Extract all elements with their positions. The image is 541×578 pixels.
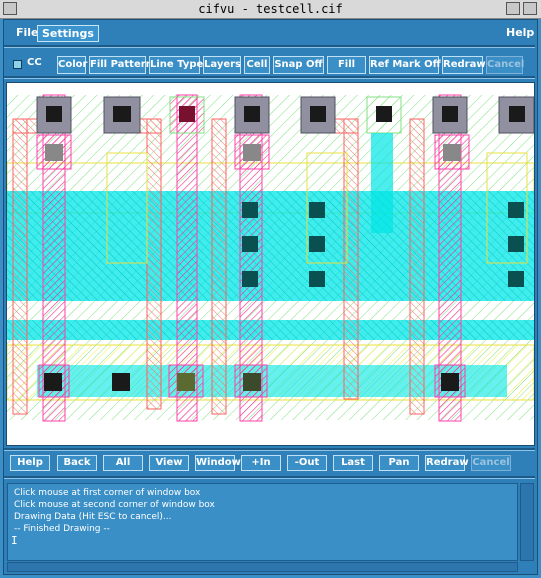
view-button[interactable]: View (149, 455, 189, 471)
separator (4, 76, 535, 79)
window-title: cifvu - testcell.cif (198, 2, 343, 16)
cc-checkbox[interactable] (13, 60, 22, 69)
cell-button[interactable]: Cell (244, 56, 270, 74)
redraw-button[interactable]: Redraw (442, 56, 486, 74)
minimize-button[interactable] (506, 2, 520, 15)
layout-canvas[interactable] (6, 82, 535, 446)
color-button[interactable]: Color (57, 56, 87, 74)
separator (4, 476, 535, 479)
redraw-button[interactable]: Redraw (425, 455, 469, 471)
help-button[interactable]: Help (10, 455, 50, 471)
fill-button[interactable]: Fill (327, 56, 366, 74)
separator (4, 45, 535, 48)
cancel-button[interactable]: Cancel (471, 455, 511, 471)
message-console[interactable]: Click mouse at first corner of window bo… (7, 483, 518, 561)
console-line: Drawing Data (Hit ESC to cancel)... (14, 512, 172, 522)
zoom-out-button[interactable]: -Out (287, 455, 327, 471)
title-bar: cifvu - testcell.cif (0, 0, 541, 19)
menu-bar: File Settings Help (8, 24, 534, 44)
cc-label: CC (27, 57, 42, 68)
console-line: -- Finished Drawing -- (14, 524, 110, 534)
horizontal-scrollbar[interactable] (7, 562, 518, 572)
menu-help[interactable]: Help (502, 25, 538, 40)
line-type-button[interactable]: Line Type (149, 56, 203, 74)
separator (4, 448, 535, 451)
console-line: Click mouse at second corner of window b… (14, 500, 215, 510)
pan-button[interactable]: Pan (379, 455, 419, 471)
menu-settings[interactable]: Settings (37, 25, 99, 42)
text-cursor: I (11, 534, 18, 547)
vertical-scrollbar[interactable] (520, 483, 534, 561)
snap-off-button[interactable]: Snap Off (273, 56, 324, 74)
zoom-in-button[interactable]: +In (241, 455, 281, 471)
ref-mark-off-button[interactable]: Ref Mark Off (369, 56, 441, 74)
layout-drawing (7, 94, 534, 435)
console-line: Click mouse at first corner of window bo… (14, 488, 201, 498)
fill-pattern-button[interactable]: Fill Pattern (89, 56, 153, 74)
layers-button[interactable]: Layers (203, 56, 241, 74)
all-button[interactable]: All (103, 455, 143, 471)
window-button[interactable]: Window (195, 455, 241, 471)
last-button[interactable]: Last (333, 455, 373, 471)
cancel-button[interactable]: Cancel (486, 56, 524, 74)
back-button[interactable]: Back (57, 455, 97, 471)
maximize-button[interactable] (523, 2, 537, 15)
